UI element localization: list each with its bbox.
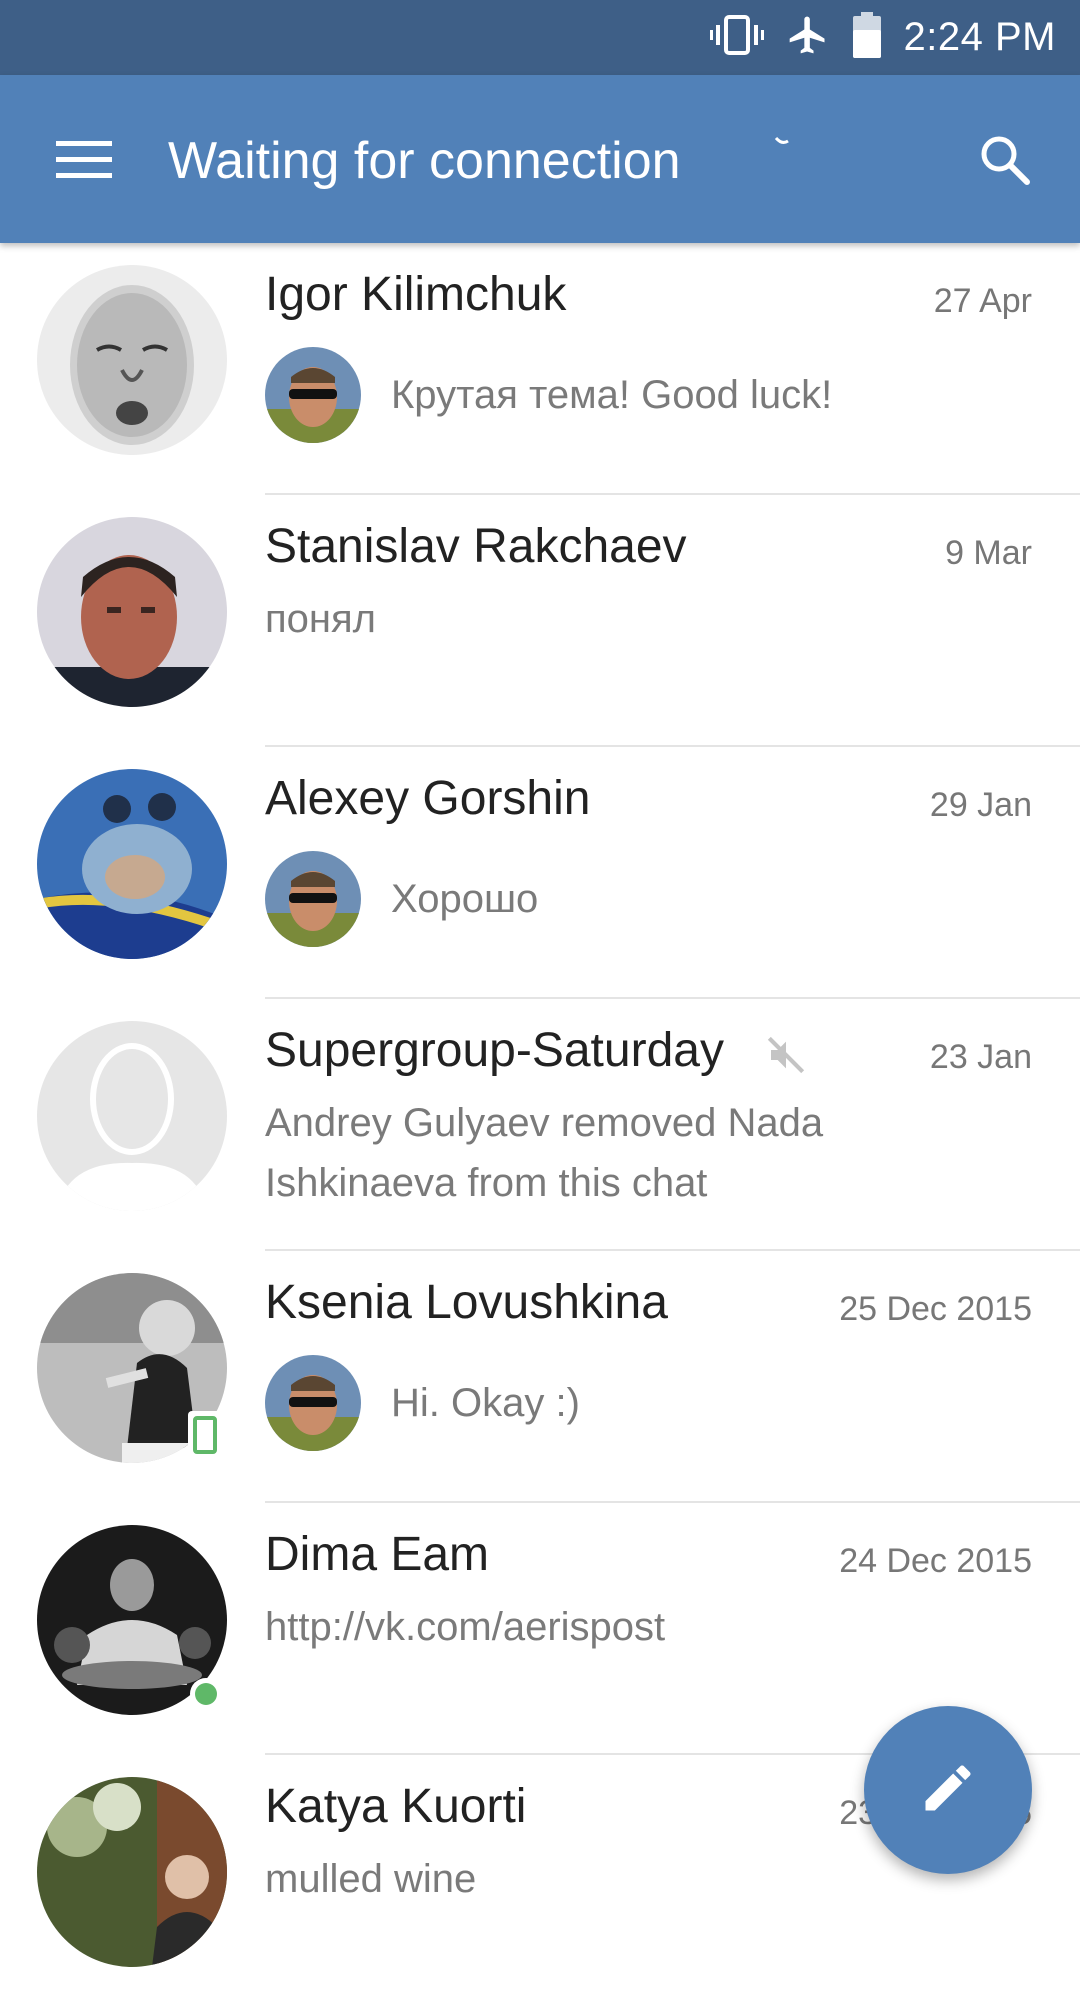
chat-date: 24 Dec 2015 — [839, 1542, 1032, 1580]
vibrate-icon — [709, 13, 764, 62]
chat-preview: Хорошо — [265, 851, 538, 947]
avatar — [37, 1777, 227, 1967]
own-avatar — [265, 347, 361, 443]
chat-preview-text: http://vk.com/aerispost — [265, 1605, 666, 1649]
chat-preview-text: Andrey Gulyaev removed Nada Ishkinaeva f… — [265, 1101, 824, 1205]
chat-date: 27 Apr — [933, 282, 1032, 320]
chat-preview-text: Хорошо — [391, 876, 539, 921]
chat-name: Igor Kilimchuk — [265, 268, 567, 321]
chat-name: Stanislav Rakchaev — [265, 520, 687, 573]
online-status-indicator — [190, 1678, 222, 1710]
chat-name: Alexey Gorshin — [265, 772, 591, 825]
chat-date: 9 Mar — [945, 534, 1032, 572]
chat-date: 29 Jan — [929, 786, 1032, 824]
chat-date: 25 Dec 2015 — [839, 1290, 1032, 1328]
hamburger-menu-icon[interactable] — [50, 125, 118, 193]
battery-icon — [852, 12, 882, 63]
avatar — [37, 265, 227, 455]
mobile-online-icon — [188, 1411, 222, 1459]
app-toolbar: Waiting for connection — [0, 75, 1080, 243]
chat-preview: Крутая тема! Good luck! — [265, 347, 832, 443]
chat-row-ksenia-lovushkina[interactable]: Ksenia Lovushkina 25 Dec 2015 Hi. Okay :… — [0, 1251, 1080, 1503]
toolbar-title: Waiting for connection — [168, 132, 681, 190]
pencil-icon — [918, 1758, 978, 1823]
chat-preview: Hi. Okay :) — [265, 1355, 580, 1451]
chat-preview-text: Крутая тема! Good luck! — [391, 372, 833, 417]
chat-name: Katya Kuorti — [265, 1780, 527, 1833]
chat-preview-text: mulled wine — [265, 1857, 477, 1901]
loading-spinner-icon — [774, 135, 790, 151]
status-bar: 2:24 PM — [0, 0, 1080, 75]
chat-row-alexey-gorshin[interactable]: Alexey Gorshin 29 Jan Хорошо — [0, 747, 1080, 999]
chat-row-stanislav-rakchaev[interactable]: Stanislav Rakchaev 9 Mar понял — [0, 495, 1080, 747]
chat-name: Supergroup-Saturday — [265, 1024, 724, 1077]
chat-preview-text: Hi. Okay :) — [391, 1380, 580, 1425]
muted-speaker-icon — [766, 1035, 806, 1075]
search-icon[interactable] — [970, 125, 1040, 195]
group-placeholder-avatar — [37, 1021, 227, 1211]
chat-row-supergroup-saturday[interactable]: Supergroup-Saturday 23 Jan Andrey Gulyae… — [0, 999, 1080, 1251]
own-avatar — [265, 851, 361, 947]
compose-button[interactable] — [864, 1706, 1032, 1874]
chat-preview-text: понял — [265, 597, 376, 641]
status-time: 2:24 PM — [903, 15, 1056, 59]
own-avatar — [265, 1355, 361, 1451]
airplane-mode-icon — [786, 13, 830, 62]
chat-name: Dima Eam — [265, 1528, 490, 1581]
avatar — [37, 517, 227, 707]
chat-row-igor-kilimchuk[interactable]: Igor Kilimchuk 27 Apr Крутая тема! Good … — [0, 243, 1080, 495]
chat-date: 23 Jan — [929, 1038, 1032, 1076]
avatar — [37, 769, 227, 959]
chat-name: Ksenia Lovushkina — [265, 1276, 668, 1329]
